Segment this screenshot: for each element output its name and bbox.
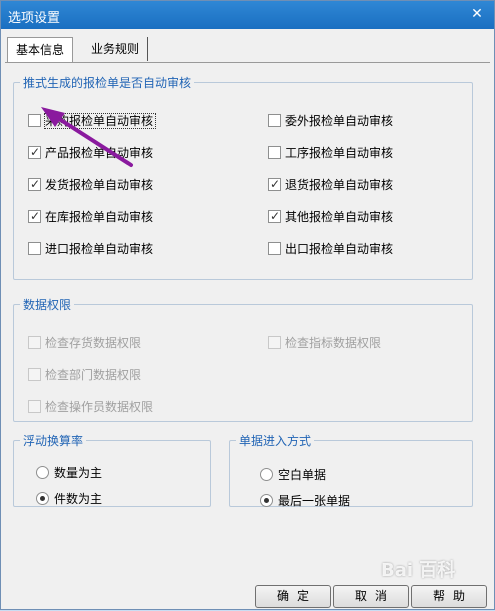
radio-dot[interactable] — [36, 466, 49, 479]
checkbox-purchase-auto-audit[interactable]: 采购报检单自动审核 — [28, 112, 157, 130]
data-permissions-title: 数据权限 — [23, 298, 72, 312]
checkbox-box[interactable] — [268, 146, 281, 159]
checkbox-box[interactable] — [28, 207, 41, 225]
radio-last-document[interactable]: 最后一张单据 — [260, 492, 350, 510]
checkbox-shipment-auto-audit[interactable]: 发货报检单自动审核 — [28, 175, 153, 194]
checkbox-check-inventory-permission: 检查存货数据权限 — [28, 334, 141, 352]
checkbox-box — [28, 336, 41, 349]
tab-bar: 基本信息 业务规则 — [5, 37, 491, 63]
checkbox-product-auto-audit[interactable]: 产品报检单自动审核 — [28, 143, 153, 162]
options-dialog: 选项设置 ✕ 基本信息 业务规则 推式生成的报检单是否自动审核 采购报检单自动审… — [0, 0, 495, 610]
radio-dot[interactable] — [260, 468, 273, 481]
checkbox-box — [268, 336, 281, 349]
cancel-button[interactable]: 取消 — [333, 585, 409, 608]
auto-audit-title: 推式生成的报检单是否自动审核 — [23, 76, 192, 90]
auto-audit-group: 推式生成的报检单是否自动审核 采购报检单自动审核 委外报检单自动审核 产品报检单… — [13, 74, 473, 280]
tab-business-rules[interactable]: 业务规则 — [83, 37, 149, 61]
checkbox-process-auto-audit[interactable]: 工序报检单自动审核 — [268, 144, 393, 162]
checkbox-other-auto-audit[interactable]: 其他报检单自动审核 — [268, 207, 393, 226]
title-bar[interactable]: 选项设置 ✕ — [1, 1, 494, 29]
tab-panel: 推式生成的报检单是否自动审核 采购报检单自动审核 委外报检单自动审核 产品报检单… — [5, 62, 490, 574]
radio-blank-document[interactable]: 空白单据 — [260, 466, 326, 484]
radio-quantity-primary[interactable]: 数量为主 — [36, 464, 102, 482]
data-permissions-group: 数据权限 检查存货数据权限 检查指标数据权限 检查部门数据权限 检查操作员数据权… — [13, 296, 473, 422]
checkbox-check-operator-permission: 检查操作员数据权限 — [28, 398, 153, 416]
watermark-logo: Bai 百科 — [381, 560, 456, 581]
radio-pieces-primary[interactable]: 件数为主 — [36, 490, 102, 508]
radio-dot[interactable] — [260, 494, 273, 507]
checkbox-instock-auto-audit[interactable]: 在库报检单自动审核 — [28, 207, 153, 226]
checkbox-box — [28, 368, 41, 381]
checkbox-check-indicator-permission: 检查指标数据权限 — [268, 334, 381, 352]
checkbox-export-auto-audit[interactable]: 出口报检单自动审核 — [268, 240, 393, 258]
float-rate-title: 浮动换算率 — [23, 434, 84, 448]
checkbox-box[interactable] — [268, 242, 281, 255]
entry-mode-title: 单据进入方式 — [239, 434, 312, 448]
checkbox-box[interactable] — [268, 114, 281, 127]
radio-dot[interactable] — [36, 492, 49, 505]
checkbox-box — [28, 400, 41, 413]
tab-basic-info[interactable]: 基本信息 — [7, 37, 74, 63]
close-icon[interactable]: ✕ — [468, 5, 486, 23]
checkbox-box[interactable] — [268, 207, 281, 225]
checkbox-return-auto-audit[interactable]: 退货报检单自动审核 — [268, 175, 393, 194]
float-rate-group: 浮动换算率 数量为主 件数为主 — [13, 432, 211, 507]
checkbox-box[interactable] — [28, 175, 41, 193]
checkbox-box[interactable] — [28, 143, 41, 161]
checkbox-box[interactable] — [28, 242, 41, 255]
checkbox-import-auto-audit[interactable]: 进口报检单自动审核 — [28, 240, 153, 258]
window-title: 选项设置 — [8, 11, 61, 26]
ok-button[interactable]: 确定 — [255, 585, 331, 608]
entry-mode-group: 单据进入方式 空白单据 最后一张单据 — [229, 432, 473, 510]
checkbox-outsource-auto-audit[interactable]: 委外报检单自动审核 — [268, 112, 393, 130]
help-button[interactable]: 帮助 — [411, 585, 487, 608]
checkbox-box[interactable] — [268, 175, 281, 193]
checkbox-box[interactable] — [28, 114, 41, 127]
checkbox-check-department-permission: 检查部门数据权限 — [28, 366, 141, 384]
